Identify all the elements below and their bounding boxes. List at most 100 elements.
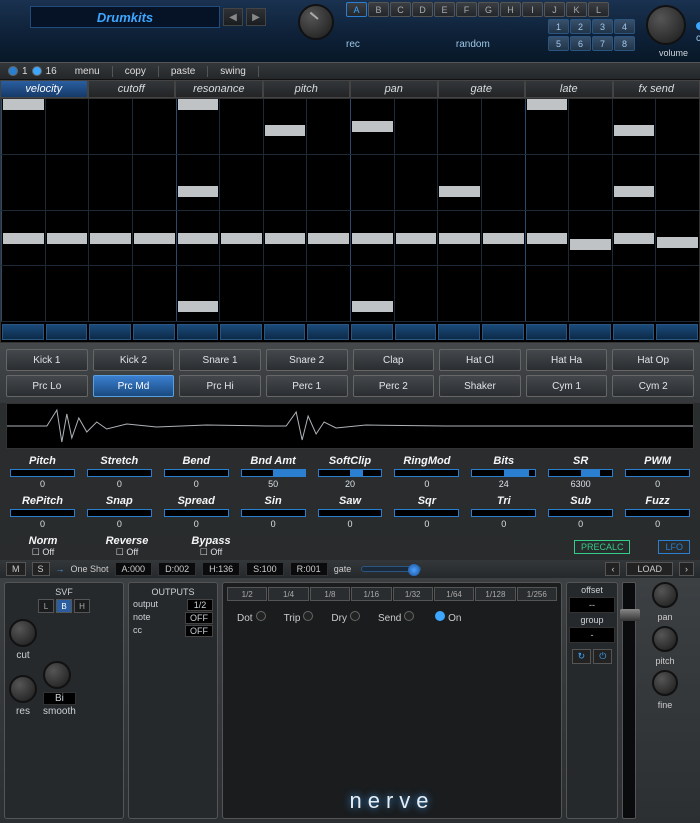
grid-cell[interactable]	[1, 211, 45, 266]
decay-field[interactable]: D:002	[158, 562, 196, 576]
grid-cell[interactable]	[655, 211, 699, 266]
grid-cell[interactable]	[132, 266, 176, 321]
bank-button-I[interactable]: I	[522, 2, 543, 17]
param-snap[interactable]: Snap0	[87, 495, 152, 529]
param-tri[interactable]: Tri0	[471, 495, 536, 529]
seq-tab-gate[interactable]: gate	[438, 80, 526, 98]
grid-cell[interactable]	[1, 99, 45, 154]
toggle-norm[interactable]: Norm☐ Off	[10, 535, 76, 558]
pattern-button-7[interactable]: 7	[592, 36, 613, 51]
toggle-reverse[interactable]: Reverse☐ Off	[94, 535, 160, 558]
grid-cell[interactable]	[219, 211, 263, 266]
dry-toggle[interactable]	[350, 611, 360, 621]
grid-cell[interactable]	[481, 266, 525, 321]
bank-button-C[interactable]: C	[390, 2, 411, 17]
grid-cell[interactable]	[350, 155, 394, 210]
pad-clap[interactable]: Clap	[353, 349, 435, 371]
param-repitch[interactable]: RePitch0	[10, 495, 75, 529]
step-button[interactable]	[220, 324, 262, 340]
pad-prc-md[interactable]: Prc Md	[93, 375, 175, 397]
grid-cell[interactable]	[219, 99, 263, 154]
release-field[interactable]: R:001	[290, 562, 328, 576]
param-bnd-amt[interactable]: Bnd Amt50	[241, 455, 306, 489]
seq-tab-velocity[interactable]: velocity	[0, 80, 88, 98]
grid-cell[interactable]	[1, 266, 45, 321]
mute-button[interactable]: M	[6, 562, 26, 576]
grid-cell[interactable]	[132, 155, 176, 210]
level-fader[interactable]	[622, 582, 636, 819]
grid-cell[interactable]	[45, 211, 89, 266]
seq-tab-late[interactable]: late	[525, 80, 613, 98]
swing-button[interactable]: swing	[208, 66, 259, 77]
step-1-led[interactable]	[8, 66, 18, 76]
grid-cell[interactable]	[525, 155, 569, 210]
param-spread[interactable]: Spread0	[164, 495, 229, 529]
grid-cell[interactable]	[568, 211, 612, 266]
step-button[interactable]	[46, 324, 88, 340]
dot-toggle[interactable]	[256, 611, 266, 621]
cc-field[interactable]: OFF	[185, 625, 213, 637]
step-button[interactable]	[482, 324, 524, 340]
grid-cell[interactable]	[176, 155, 220, 210]
grid-cell[interactable]	[568, 155, 612, 210]
grid-cell[interactable]	[219, 155, 263, 210]
pad-cym-1[interactable]: Cym 1	[526, 375, 608, 397]
preset-next-button[interactable]: ▶	[246, 8, 266, 26]
pattern-button-8[interactable]: 8	[614, 36, 635, 51]
toggle-bypass[interactable]: Bypass☐ Off	[178, 535, 244, 558]
volume-knob[interactable]	[646, 5, 686, 45]
bank-button-F[interactable]: F	[456, 2, 477, 17]
grid-cell[interactable]	[88, 155, 132, 210]
param-ringmod[interactable]: RingMod0	[394, 455, 459, 489]
pad-perc-2[interactable]: Perc 2	[353, 375, 435, 397]
grid-cell[interactable]	[655, 266, 699, 321]
seq-tab-resonance[interactable]: resonance	[175, 80, 263, 98]
bank-button-H[interactable]: H	[500, 2, 521, 17]
bank-button-G[interactable]: G	[478, 2, 499, 17]
pad-hat-ha[interactable]: Hat Ha	[526, 349, 608, 371]
grid-cell[interactable]	[394, 211, 438, 266]
step-button[interactable]	[89, 324, 131, 340]
grid-cell[interactable]	[350, 211, 394, 266]
grid-cell[interactable]	[45, 99, 89, 154]
loop-icon[interactable]: ↻	[572, 649, 592, 664]
smooth-knob[interactable]	[43, 661, 71, 689]
send-toggle[interactable]	[404, 611, 414, 621]
lfo-button[interactable]: LFO	[658, 540, 690, 554]
group-field[interactable]: -	[569, 627, 615, 643]
grid-cell[interactable]	[306, 99, 350, 154]
pad-cym-2[interactable]: Cym 2	[612, 375, 694, 397]
grid-cell[interactable]	[132, 211, 176, 266]
resonance-knob[interactable]	[9, 675, 37, 703]
division-1-128[interactable]: 1/128	[475, 587, 515, 601]
hold-field[interactable]: H:136	[202, 562, 240, 576]
grid-cell[interactable]	[45, 266, 89, 321]
seq-tab-fx-send[interactable]: fx send	[613, 80, 700, 98]
step-button[interactable]	[264, 324, 306, 340]
pitch-knob[interactable]	[652, 626, 678, 652]
division-1-4[interactable]: 1/4	[268, 587, 308, 601]
grid-cell[interactable]	[437, 155, 481, 210]
param-pitch[interactable]: Pitch0	[10, 455, 75, 489]
grid-cell[interactable]	[306, 155, 350, 210]
grid-cell[interactable]	[612, 99, 656, 154]
pattern-button-1[interactable]: 1	[548, 19, 569, 34]
grid-cell[interactable]	[88, 266, 132, 321]
grid-cell[interactable]	[525, 266, 569, 321]
grid-cell[interactable]	[350, 266, 394, 321]
power-icon[interactable]: ⏻	[593, 649, 612, 664]
pattern-button-5[interactable]: 5	[548, 36, 569, 51]
pad-snare-2[interactable]: Snare 2	[266, 349, 348, 371]
pad-prc-lo[interactable]: Prc Lo	[6, 375, 88, 397]
paste-button[interactable]: paste	[159, 66, 208, 77]
pad-shaker[interactable]: Shaker	[439, 375, 521, 397]
division-1-256[interactable]: 1/256	[517, 587, 557, 601]
grid-cell[interactable]	[394, 266, 438, 321]
pan-knob[interactable]	[652, 582, 678, 608]
grid-cell[interactable]	[88, 211, 132, 266]
step-button[interactable]	[133, 324, 175, 340]
attack-field[interactable]: A:000	[115, 562, 153, 576]
bank-button-A[interactable]: A	[346, 2, 367, 17]
copy-button[interactable]: copy	[113, 66, 159, 77]
pattern-button-3[interactable]: 3	[592, 19, 613, 34]
